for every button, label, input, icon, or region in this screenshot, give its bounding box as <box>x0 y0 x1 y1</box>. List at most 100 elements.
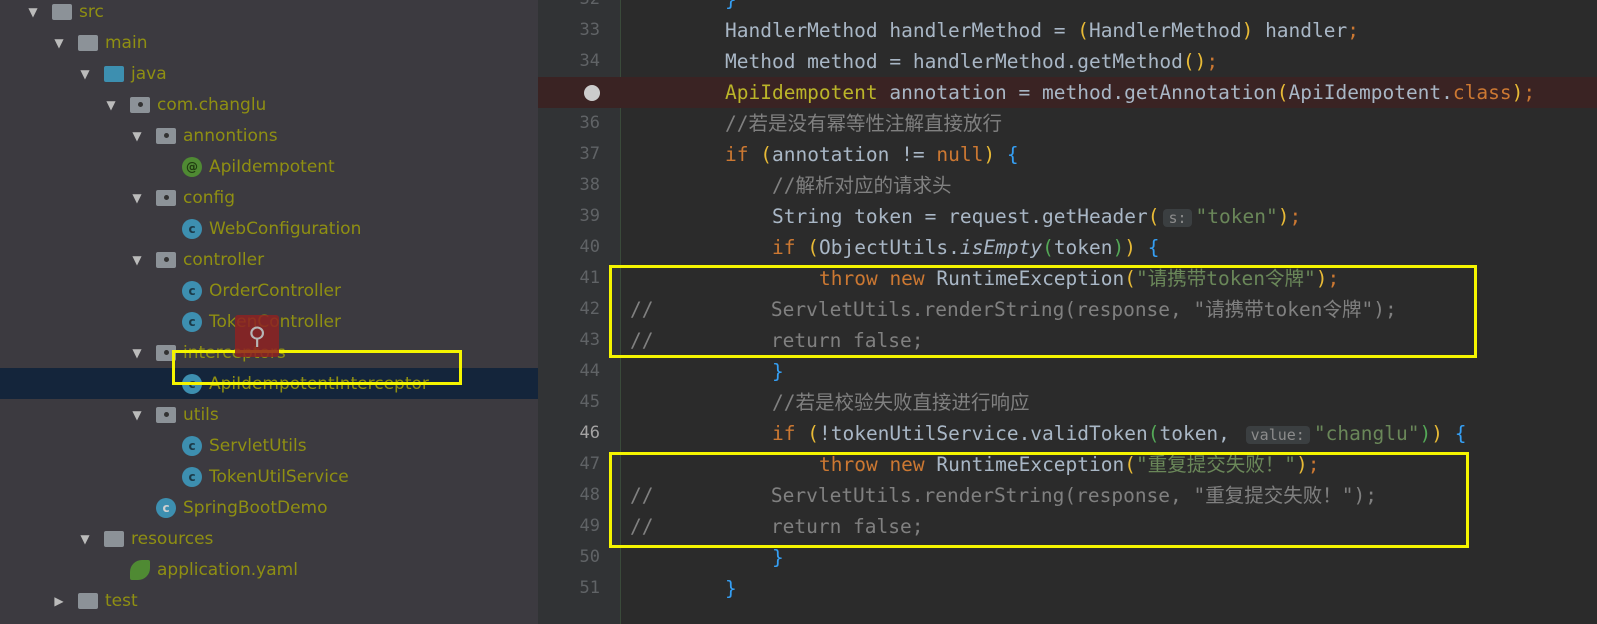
code-token: ; <box>1347 19 1359 42</box>
code-token: ) <box>1419 422 1432 445</box>
tree-item-label: annontions <box>183 125 278 146</box>
tree-item-label: src <box>79 1 104 22</box>
code-token: ApiIdempotent <box>725 81 878 104</box>
breakpoint-icon[interactable] <box>584 85 600 101</box>
code-line[interactable]: HandlerMethod handlerMethod = (HandlerMe… <box>538 15 1597 46</box>
pkg-icon <box>156 406 176 423</box>
c-icon: c <box>182 311 202 332</box>
chevron-down-icon[interactable]: ▼ <box>52 36 66 50</box>
code-token: ObjectUtils. <box>818 236 960 259</box>
tree-item-label: java <box>131 63 167 84</box>
code-token: { <box>1006 143 1019 166</box>
tree-item-label: utils <box>183 404 219 425</box>
spring-icon: c <box>156 497 176 518</box>
tree-item[interactable]: ▼ annontions <box>0 120 538 151</box>
chevron-down-icon[interactable]: ▼ <box>78 532 92 546</box>
code-line[interactable]: if (annotation != null) { <box>538 139 1597 170</box>
code-token: } <box>772 360 784 383</box>
tree-item[interactable]: ▶target <box>0 616 538 624</box>
code-token: HandlerMethod handlerMethod = <box>725 19 1078 42</box>
tree-item[interactable]: c SpringBootDemo <box>0 492 538 523</box>
code-token: ; <box>1206 50 1219 73</box>
folder-icon <box>78 592 98 609</box>
code-token: if <box>772 236 808 259</box>
tree-item-label: resources <box>131 528 214 549</box>
chevron-right-icon[interactable]: ▶ <box>52 594 66 608</box>
at-icon: @ <box>182 156 202 177</box>
tree-item[interactable]: ▼ utils <box>0 399 538 430</box>
code-token: } <box>725 0 737 11</box>
code-token: class <box>1452 81 1512 104</box>
pkg-icon <box>156 127 176 144</box>
tree-item-label: controller <box>183 249 265 270</box>
leaf-icon <box>130 559 150 580</box>
code-token: String token = request.getHeader <box>772 205 1148 228</box>
code-token: if <box>725 143 761 166</box>
code-line[interactable]: Method method = handlerMethod.getMethod(… <box>538 46 1597 77</box>
code-line[interactable]: } <box>538 573 1597 604</box>
c-icon: c <box>182 435 202 456</box>
pkg-icon <box>156 251 176 268</box>
chevron-down-icon[interactable]: ▼ <box>130 191 144 205</box>
tree-item[interactable]: c TokenUtilService <box>0 461 538 492</box>
tree-item-label: ServletUtils <box>209 435 307 456</box>
tree-item-label: OrderController <box>209 280 341 301</box>
tree-item-label: test <box>105 590 138 611</box>
chevron-down-icon[interactable]: ▼ <box>104 98 118 112</box>
tree-item[interactable]: c OrderController <box>0 275 538 306</box>
chevron-down-icon[interactable]: ▼ <box>26 5 40 19</box>
code-line[interactable]: ApiIdempotent annotation = method.getAnn… <box>538 77 1597 108</box>
chevron-down-icon[interactable]: ▼ <box>130 408 144 422</box>
code-token: } <box>725 577 737 600</box>
code-line[interactable]: if (ObjectUtils.isEmpty(token)) { <box>538 232 1597 263</box>
code-line[interactable]: String token = request.getHeader(s: "toke… <box>538 201 1597 232</box>
code-line[interactable]: } <box>538 356 1597 387</box>
magnifier-icon: ⚲ <box>235 315 279 357</box>
tree-item-label: application.yaml <box>157 559 298 580</box>
tree-item[interactable]: ▶ test <box>0 585 538 616</box>
code-token: //若是没有幂等性注解直接放行 <box>725 112 1002 135</box>
code-token: . <box>1441 81 1453 104</box>
tree-item[interactable]: c WebConfiguration <box>0 213 538 244</box>
tree-item[interactable]: ▼ main <box>0 27 538 58</box>
tree-item[interactable]: @ ApiIdempotent <box>0 151 538 182</box>
folder-icon <box>104 530 124 547</box>
code-token: ( <box>760 143 772 166</box>
chevron-down-icon[interactable]: ▼ <box>130 253 144 267</box>
code-token: ) <box>1277 205 1290 228</box>
highlight-box-1 <box>609 265 1477 358</box>
code-token: !tokenUtilService.validToken <box>818 422 1148 445</box>
tree-item[interactable]: ▼ java <box>0 58 538 89</box>
code-token: token, <box>1159 422 1242 445</box>
tree-item[interactable]: ▼ resources <box>0 523 538 554</box>
code-token: ; <box>1289 205 1302 228</box>
tree-item[interactable]: c ServletUtils <box>0 430 538 461</box>
tree-item[interactable]: ▼ com.changlu <box>0 89 538 120</box>
tree-item-label: ApiIdempotent <box>209 156 335 177</box>
chevron-down-icon[interactable]: ▼ <box>130 346 144 360</box>
code-line[interactable]: //解析对应的请求头 <box>538 170 1597 201</box>
code-token: { <box>1454 422 1467 445</box>
code-token: isEmpty <box>959 236 1043 259</box>
code-token: null <box>936 143 984 166</box>
code-token: //若是校验失败直接进行响应 <box>772 391 1030 414</box>
code-line[interactable]: //若是没有幂等性注解直接放行 <box>538 108 1597 139</box>
tree-item[interactable]: ▼ controller <box>0 244 538 275</box>
chevron-down-icon[interactable]: ▼ <box>130 129 144 143</box>
project-tree: ▼ src ▼ main ▼ java ▼ com.changlu ▼ annontions @ Ap… <box>0 0 538 624</box>
highlight-box-2 <box>609 452 1469 548</box>
code-token: ( <box>1147 205 1160 228</box>
code-token: "token" <box>1195 205 1278 228</box>
code-line[interactable]: } <box>538 0 1597 15</box>
tree-item-label: com.changlu <box>157 94 267 115</box>
code-token: ) <box>1241 19 1254 42</box>
tree-item[interactable]: ▼ src <box>0 0 538 27</box>
tree-item[interactable]: ▼ config <box>0 182 538 213</box>
tree-item-label: main <box>105 32 148 53</box>
code-line[interactable]: if (!tokenUtilService.validToken(token, … <box>538 418 1597 449</box>
chevron-down-icon[interactable]: ▼ <box>78 67 92 81</box>
code-token: Method method = handlerMethod.getMethod <box>725 50 1183 73</box>
tree-item[interactable]: application.yaml <box>0 554 538 585</box>
code-token: annotation = method.getAnnotation <box>877 81 1277 104</box>
code-line[interactable]: //若是校验失败直接进行响应 <box>538 387 1597 418</box>
